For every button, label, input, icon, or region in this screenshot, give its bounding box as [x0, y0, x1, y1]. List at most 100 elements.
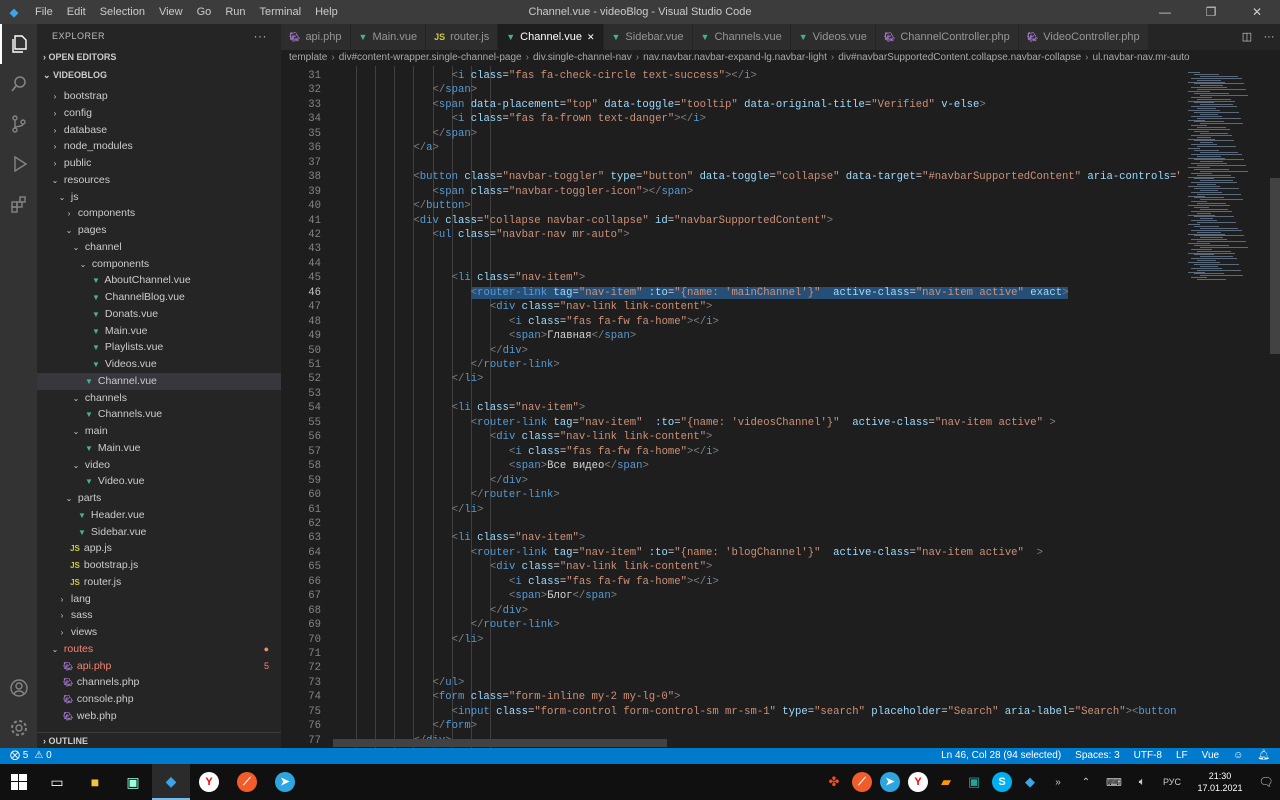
menu-item-file[interactable]: File [28, 6, 60, 18]
code-line[interactable]: <div class="collapse navbar-collapse" id… [413, 215, 833, 227]
account-icon[interactable] [0, 668, 37, 708]
code-line[interactable]: <span>Все видео</span> [509, 460, 649, 472]
minimap[interactable] [1180, 66, 1268, 748]
tab-api-php[interactable]: 🐘︎ api.php [281, 24, 351, 50]
menu-item-help[interactable]: Help [308, 6, 345, 18]
code-line[interactable]: </ul> [433, 677, 465, 689]
code-line[interactable]: <div class="nav-link link-content"> [490, 431, 713, 443]
tree-folder[interactable]: › node_modules [37, 138, 281, 155]
file-explorer-icon[interactable]: ■ [76, 764, 114, 800]
terminal-app-icon[interactable]: ▣ [114, 764, 152, 800]
open-editors-section[interactable]: › OPEN EDITORS [37, 48, 281, 66]
code-line[interactable]: </div> [490, 345, 528, 357]
code-line[interactable]: </router-link> [471, 359, 560, 371]
tree-file[interactable]: ▼ Main.vue [37, 440, 281, 457]
encoding[interactable]: UTF-8 [1134, 748, 1162, 764]
end-of-line[interactable]: LF [1176, 748, 1188, 764]
overflow-chevron-icon[interactable]: » [1044, 777, 1072, 788]
settings-gear-icon[interactable] [0, 708, 37, 748]
code-line[interactable]: </form> [433, 720, 478, 732]
breadcrumb-item[interactable]: ul.navbar-nav.mr-auto [1093, 52, 1190, 63]
code-line[interactable]: <span data-placement="top" data-toggle="… [433, 99, 986, 111]
breadcrumb-item[interactable]: nav.navbar.navbar-expand-lg.navbar-light [643, 52, 827, 63]
tree-folder[interactable]: ⌄ channel [37, 239, 281, 256]
code-line[interactable]: <i class="fas fa-fw fa-home"></i> [509, 316, 719, 328]
tree-folder[interactable]: ⌄ video [37, 457, 281, 474]
vscode-taskbar-icon[interactable]: ◆ [152, 764, 190, 800]
compass-app-icon[interactable]: ⟋ [228, 764, 266, 800]
breadcrumb-item[interactable]: div#content-wrapper.single-channel-page [339, 52, 522, 63]
terminal-tray-icon[interactable]: ▣ [960, 774, 988, 790]
breadcrumb-item[interactable]: div.single-channel-nav [533, 52, 632, 63]
tab-sidebar-vue[interactable]: ▼ Sidebar.vue [603, 24, 693, 50]
action-center-icon[interactable]: 🗨︎ [1252, 775, 1280, 789]
tree-file[interactable]: JS bootstrap.js [37, 557, 281, 574]
tab-videocontroller-php[interactable]: 🐘︎ VideoController.php [1018, 24, 1149, 50]
feedback-icon[interactable]: ☺ [1233, 748, 1243, 764]
more-actions-icon[interactable]: ··· [1258, 24, 1280, 50]
tree-folder[interactable]: › database [37, 122, 281, 139]
tree-folder[interactable]: ⌄ parts [37, 490, 281, 507]
show-hidden-icons-icon[interactable]: ⌃ [1072, 777, 1100, 788]
yandex-tray-icon[interactable]: Y [904, 772, 932, 792]
code-line[interactable]: <router-link tag="nav-item" :to="{name: … [471, 547, 1043, 559]
tree-file[interactable]: ▼ ChannelBlog.vue [37, 289, 281, 306]
tree-folder[interactable]: ⌄ pages [37, 222, 281, 239]
tree-folder[interactable]: ⌄ resources [37, 172, 281, 189]
code-line[interactable]: <li class="nav-item"> [452, 532, 586, 544]
code-line[interactable]: <i class="fas fa-fw fa-home"></i> [509, 576, 719, 588]
code-line[interactable]: <form class="form-inline my-2 my-lg-0"> [433, 691, 681, 703]
split-editor-icon[interactable]: ◫ [1236, 24, 1258, 50]
sublime-icon[interactable]: ▰ [932, 774, 960, 790]
breadcrumb-item[interactable]: div#navbarSupportedContent.collapse.navb… [838, 52, 1081, 63]
tab-router-js[interactable]: JS router.js [426, 24, 499, 50]
outline-section[interactable]: › OUTLINE [37, 732, 281, 748]
task-view-icon[interactable]: ▭ [38, 764, 76, 800]
errors-count[interactable]: ⨂ 5 [10, 748, 28, 764]
run-debug-icon[interactable] [0, 144, 37, 184]
code-line[interactable]: <i class="fas fa-frown text-danger"></i> [452, 113, 706, 125]
tree-folder[interactable]: ⌄ routes ● [37, 641, 281, 658]
code-line[interactable]: </span> [433, 84, 478, 96]
tab-channels-vue[interactable]: ▼ Channels.vue [692, 24, 791, 50]
menu-item-selection[interactable]: Selection [93, 6, 152, 18]
close-tab-icon[interactable]: ✕ [587, 24, 595, 50]
tree-folder[interactable]: ⌄ main [37, 423, 281, 440]
code-line[interactable]: </button> [413, 200, 470, 212]
code-line[interactable]: </div> [490, 605, 528, 617]
code-line[interactable]: </router-link> [471, 489, 560, 501]
code-line[interactable]: <div class="nav-link link-content"> [490, 301, 713, 313]
code-line[interactable]: <button class="navbar-toggler" type="but… [413, 171, 1180, 183]
tree-folder[interactable]: ⌄ components [37, 256, 281, 273]
tab-videos-vue[interactable]: ▼ Videos.vue [790, 24, 876, 50]
tree-file[interactable]: ▼ Videos.vue [37, 356, 281, 373]
code-line[interactable]: </li> [452, 634, 484, 646]
code-line[interactable]: <i class="fas fa-fw fa-home"></i> [509, 446, 719, 458]
source-control-icon[interactable] [0, 104, 37, 144]
search-icon[interactable] [0, 64, 37, 104]
code-line[interactable]: <span class="navbar-toggler-icon"></span… [433, 186, 694, 198]
tree-folder[interactable]: ⌄ channels [37, 390, 281, 407]
tree-file[interactable]: ▼ Header.vue [37, 507, 281, 524]
menu-item-view[interactable]: View [152, 6, 190, 18]
close-icon[interactable]: ✕ [1234, 0, 1280, 24]
code-line[interactable]: <li class="nav-item"> [452, 402, 586, 414]
tree-file[interactable]: ▼ Main.vue [37, 323, 281, 340]
code-line[interactable]: </span> [433, 128, 478, 140]
tree-folder[interactable]: › public [37, 155, 281, 172]
telegram-tray-icon[interactable]: ➤ [876, 772, 904, 792]
code-line[interactable]: </li> [452, 373, 484, 385]
code-line[interactable]: </a> [413, 142, 438, 154]
code-line[interactable]: <router-link tag="nav-item" :to="{name: … [471, 417, 1056, 429]
indentation[interactable]: Spaces: 3 [1075, 748, 1119, 764]
yandex-browser-icon[interactable]: Y [190, 764, 228, 800]
vscode-tray-icon[interactable]: ◆ [1016, 774, 1044, 790]
tree-folder[interactable]: › components [37, 205, 281, 222]
tree-file[interactable]: ▼ Channel.vue [37, 372, 281, 390]
keyboard-icon[interactable]: ⌨ [1100, 776, 1128, 789]
tree-folder[interactable]: › lang [37, 591, 281, 608]
telegram-icon[interactable]: ➤ [266, 764, 304, 800]
tree-file[interactable]: 🐘︎ api.php 5 [37, 658, 281, 675]
tree-file[interactable]: JS app.js [37, 540, 281, 557]
code-line[interactable]: </div> [490, 475, 528, 487]
